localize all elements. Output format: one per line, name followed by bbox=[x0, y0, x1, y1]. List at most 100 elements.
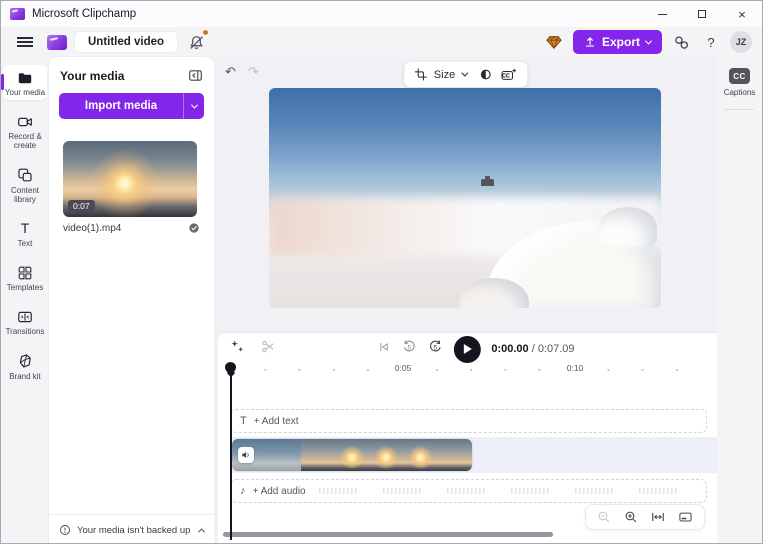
chevron-down-icon bbox=[644, 37, 653, 45]
rewind-5-icon[interactable]: 5 bbox=[401, 339, 416, 354]
sidebar-item-label: Templates bbox=[6, 283, 44, 293]
timeline-horizontal-scrollbar[interactable] bbox=[223, 532, 553, 537]
captions-add-icon[interactable]: T bbox=[500, 68, 517, 82]
connections-icon bbox=[674, 35, 688, 49]
playhead[interactable] bbox=[225, 362, 237, 540]
app-window: Microsoft Clipchamp × Untitled video Exp… bbox=[0, 0, 763, 544]
zoom-out-icon[interactable] bbox=[597, 510, 611, 524]
chevron-down-icon[interactable] bbox=[461, 69, 469, 77]
time-display: 0:00.00 / 0:07.09 bbox=[491, 343, 574, 355]
sidebar-item-brand-kit[interactable]: Brand kit bbox=[3, 349, 47, 384]
audio-waveform-preview bbox=[319, 488, 698, 494]
import-media-button[interactable]: Import media bbox=[59, 93, 204, 119]
scissors-icon[interactable] bbox=[261, 339, 276, 354]
clip-frame bbox=[334, 439, 370, 471]
video-track bbox=[230, 437, 717, 473]
clip-frame bbox=[300, 439, 335, 471]
play-button[interactable] bbox=[453, 335, 481, 363]
magic-tools-icon[interactable] bbox=[230, 339, 245, 354]
synced-check-icon bbox=[189, 223, 199, 233]
top-toolbar: Untitled video Export ? JZ bbox=[1, 27, 762, 57]
speaker-icon bbox=[242, 452, 249, 458]
sidebar-item-templates[interactable]: Templates bbox=[3, 260, 47, 295]
notifications-off-button[interactable] bbox=[185, 29, 210, 53]
clip-filename: video(1).mp4 bbox=[63, 222, 122, 234]
backup-notice-text: Your media isn't backed up bbox=[77, 524, 191, 536]
import-media-dropdown[interactable] bbox=[184, 93, 204, 119]
current-time: 0:00.00 bbox=[491, 343, 529, 355]
mountain-structure bbox=[480, 176, 494, 187]
avatar[interactable]: JZ bbox=[730, 31, 752, 53]
forward-5-icon[interactable]: 5 bbox=[427, 339, 442, 354]
help-icon: ? bbox=[707, 34, 715, 50]
clip-frame bbox=[403, 439, 438, 471]
sidebar-item-record-create[interactable]: Record & create bbox=[3, 109, 47, 153]
close-button[interactable]: × bbox=[722, 1, 762, 27]
media-panel: Your media Import media 0:07 video(1).mp… bbox=[49, 57, 214, 543]
svg-text:5: 5 bbox=[433, 344, 437, 351]
titlebar: Microsoft Clipchamp × bbox=[1, 1, 762, 27]
add-audio-label: + Add audio bbox=[252, 485, 306, 497]
size-dropdown[interactable]: Size bbox=[434, 69, 455, 81]
transport-controls: 5 5 0:00.00 / 0:07.09 bbox=[376, 333, 575, 363]
editor-area: ↶ ↷ Size T bbox=[214, 57, 717, 543]
collapse-panel-button[interactable] bbox=[188, 68, 203, 83]
hamburger-menu-icon[interactable] bbox=[17, 37, 33, 47]
project-name-input[interactable]: Untitled video bbox=[75, 32, 178, 52]
tab-captions[interactable]: CC Captions bbox=[724, 68, 755, 97]
playhead-line bbox=[229, 372, 232, 540]
timeline-zoom-controls bbox=[585, 504, 705, 530]
content-library-icon bbox=[17, 167, 33, 184]
video-preview[interactable] bbox=[269, 88, 661, 308]
help-button[interactable]: ? bbox=[700, 31, 722, 53]
sidebar-item-label: Your media bbox=[4, 88, 46, 97]
timeline-video-clip[interactable] bbox=[232, 439, 472, 471]
export-label: Export bbox=[601, 35, 640, 49]
transitions-icon bbox=[17, 308, 33, 325]
ruler-label: 0:10 bbox=[563, 363, 587, 373]
minimize-icon bbox=[657, 13, 667, 15]
color-filter-icon[interactable] bbox=[478, 67, 493, 82]
export-button[interactable]: Export bbox=[572, 30, 662, 54]
skip-to-start-icon[interactable] bbox=[376, 340, 390, 354]
sidebar-item-transitions[interactable]: Transitions bbox=[3, 304, 47, 339]
fit-to-width-icon[interactable] bbox=[651, 510, 665, 524]
play-icon bbox=[463, 344, 472, 354]
divider bbox=[725, 109, 754, 110]
clip-frame bbox=[266, 439, 301, 471]
add-audio-track[interactable]: ♪ + Add audio bbox=[230, 479, 707, 503]
clipchamp-logo[interactable] bbox=[47, 34, 67, 50]
folder-icon bbox=[17, 69, 33, 86]
zoom-in-icon[interactable] bbox=[624, 510, 638, 524]
minimize-button[interactable] bbox=[642, 1, 682, 27]
chevron-up-icon[interactable] bbox=[197, 527, 206, 535]
clip-duration-badge: 0:07 bbox=[68, 200, 95, 212]
timeline-view-icon[interactable] bbox=[678, 510, 693, 524]
sidebar-item-label: Content library bbox=[10, 185, 40, 204]
sidebar-item-your-media[interactable]: Your media bbox=[1, 65, 47, 101]
redo-button[interactable]: ↷ bbox=[248, 64, 259, 80]
notification-badge bbox=[202, 29, 210, 36]
collapse-panel-icon bbox=[189, 70, 202, 81]
sidebar-item-label: Text bbox=[17, 238, 33, 248]
connections-button[interactable] bbox=[670, 31, 692, 53]
timeline-ruler[interactable]: 0:05 0:10 bbox=[218, 360, 717, 380]
sidebar-item-text[interactable]: T Text bbox=[3, 216, 47, 251]
add-text-track[interactable]: T + Add text bbox=[230, 409, 707, 433]
maximize-button[interactable] bbox=[682, 1, 722, 27]
bell-off-icon bbox=[189, 35, 203, 49]
media-clip-thumbnail[interactable]: 0:07 bbox=[63, 141, 197, 217]
chevron-down-icon bbox=[190, 101, 198, 109]
premium-gem-icon bbox=[546, 35, 562, 50]
add-text-label: + Add text bbox=[253, 415, 299, 427]
sidebar-item-content-library[interactable]: Content library bbox=[3, 163, 47, 207]
import-media-label[interactable]: Import media bbox=[59, 93, 184, 119]
timeline: 5 5 0:00.00 / 0:07.09 0:05 0:10 T + Add … bbox=[218, 333, 717, 543]
backup-notice[interactable]: Your media isn't backed up bbox=[49, 514, 214, 543]
premium-button[interactable] bbox=[543, 31, 565, 53]
captions-icon: CC bbox=[728, 68, 750, 84]
window-title: Microsoft Clipchamp bbox=[32, 8, 137, 20]
undo-button[interactable]: ↶ bbox=[225, 64, 236, 80]
clip-frame bbox=[437, 439, 472, 471]
clip-audio-button[interactable] bbox=[238, 447, 254, 463]
